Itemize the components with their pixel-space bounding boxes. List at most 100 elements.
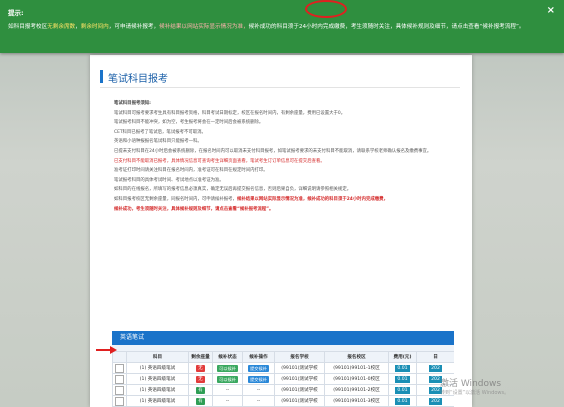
column-header: 费用(元) (388, 351, 417, 363)
seats-cell: 无 (188, 373, 213, 385)
row-checkbox[interactable] (115, 374, 124, 384)
seats-cell: 有 (188, 384, 213, 396)
notice-red-text: 候补结果以网站实际显示情况为准，候补成功的科目须于24小时内完成缴费， (236, 196, 388, 202)
checkbox-cell (112, 362, 127, 374)
banner-title: 提示: (8, 9, 24, 17)
fee-value: 0.01 (395, 364, 410, 372)
table-row[interactable]: (1) 英语四级笔试 无 可以候补 提交候补 (99101)测试学校 (99101)991… (112, 373, 454, 385)
page-title: 笔试科目报考 (108, 74, 168, 85)
subject-cell: (1) 英语四级笔试 (139, 377, 176, 382)
fee-cell: 0.01 (388, 384, 417, 396)
column-header: 候补状态 (212, 351, 243, 363)
seats-badge: 无 (196, 364, 205, 372)
subject-cell: (1) 英语四级笔试 (139, 366, 176, 371)
waitlist-status-label: 可以候补 (217, 364, 238, 372)
column-header: 剩余座量 (188, 351, 213, 363)
school-cell: (99101)测试学校 (274, 384, 325, 396)
waitlist-action: -- (242, 384, 275, 396)
row-checkbox[interactable] (115, 385, 124, 395)
campus-cell: (99101)99101-2校区 (333, 388, 380, 393)
notice-line: 笔试科目报考须知: (114, 101, 151, 106)
banner-text-6: 候补成功的科目须于24小时内完成缴费，考生须随时关注，具体候补规则及细节，请点击… (248, 24, 525, 30)
waitlist-status: -- (212, 395, 243, 407)
notice-text: 如科目报考校区无剩余座量，同报名时间内，可申请候补报考， (114, 196, 237, 202)
school-cell: (99101)测试学校 (274, 395, 325, 407)
banner-text-5: 候补结果以网站实际显示情况为准， (159, 24, 249, 30)
windows-watermark-subtitle: 转到“设置”以激活 Windows。 (440, 390, 510, 396)
campus-cell: (99101)99101-2校区 (324, 384, 389, 396)
banner-message: 如科目报考校区无剩余席数，剩余时间内，可申请候补报考，候补结果以网站实际显示情况… (8, 22, 548, 32)
notice-line: 笔试报考科目不能冲突，如为空，考生报考将会在一定时间后会被系统删除。 (114, 120, 264, 126)
fee-value: 0.01 (395, 375, 410, 383)
fee-cell: 0.01 (388, 373, 417, 385)
seats-cell: 有 (188, 395, 213, 407)
banner-text-3: 剩余时间内 (80, 24, 109, 30)
fee-value: 0.01 (395, 386, 410, 394)
notice-line: CET科目已报考了笔试后，笔试报考不可取消。 (114, 129, 206, 135)
banner-text-4: ，可申请候补报考， (108, 24, 160, 30)
notice-line: 候补成功，考生须随时关注，具体候补规则及细节，请点击查看“候补报考流程”。 (114, 205, 452, 215)
school-cell: (99101)测试学校 (281, 366, 318, 371)
column-header: 科目 (126, 351, 189, 363)
subject-cell: (1) 英语四级笔试 (139, 399, 176, 404)
school-cell: (99101)测试学校 (281, 388, 318, 393)
fee-cell: 0.01 (388, 362, 417, 374)
waitlist-action: 提交候补 (242, 373, 275, 385)
table-row[interactable]: (1) 英语四级笔试 有 -- -- (99101)测试学校 (99101)99101-3… (112, 395, 454, 407)
subject-cell: (1) 英语四级笔试 (126, 373, 189, 385)
notice-section: 笔试科目报考须知: 笔试科目可报考要求考生具有科目报考资格，科目考试日期标定，校… (114, 99, 452, 214)
annotation-circle (305, 0, 347, 18)
submit-waitlist-button: -- (256, 387, 261, 393)
campus-cell: (99101)99101-1校区 (333, 366, 380, 371)
waitlist-action: 提交候补 (242, 362, 275, 374)
checkbox-cell (112, 384, 127, 396)
row-checkbox[interactable] (115, 396, 124, 406)
annotation-arrow-icon (96, 346, 117, 354)
subject-cell: (1) 英语四级笔试 (139, 388, 176, 393)
checkbox-cell (112, 395, 127, 407)
row-checkbox[interactable] (115, 363, 124, 373)
seats-cell: 无 (188, 362, 213, 374)
table-row[interactable]: (1) 英语四级笔试 无 可以候补 提交候补 (99101)测试学校 (99101)991… (112, 362, 454, 374)
notice-line: 已支付科目不能取消已报考，具体情况信息可查询考生详细页面查看，笔试考生订订单信息… (114, 158, 325, 164)
waitlist-status: 可以候补 (212, 362, 243, 374)
banner-text-1: 无剩余席数 (47, 24, 76, 30)
windows-watermark-title: 激活 Windows (440, 379, 502, 389)
waitlist-action: -- (242, 395, 275, 407)
close-icon[interactable]: × (547, 5, 555, 16)
waitlist-status: -- (212, 384, 243, 396)
column-header: 候补操作 (242, 351, 275, 363)
school-cell: (99101)测试学校 (281, 399, 318, 404)
checkbox-cell (112, 373, 127, 385)
seats-badge: 无 (196, 375, 205, 383)
submit-waitlist-button[interactable]: 提交候补 (248, 364, 269, 372)
waitlist-status-label: -- (225, 387, 230, 393)
school-cell: (99101)测试学校 (281, 377, 318, 382)
table-row[interactable]: (1) 英语四级笔试 有 -- -- (99101)测试学校 (99101)99101-2… (112, 384, 454, 396)
notification-banner: 提示: 如科目报考校区无剩余席数，剩余时间内，可申请候补报考，候补结果以网站实际… (0, 0, 564, 53)
notice-line: 如科目的在线报名，所填写的报考信息必须真实，确定无误后再提交报名信息，否则后果自… (114, 187, 352, 193)
notice-line: 如科目报考校区无剩余座量，同报名时间内，可申请候补报考，候补结果以网站实际显示情… (114, 195, 452, 205)
waitlist-status-label: -- (225, 398, 230, 404)
notice-line: 笔试科目可报考要求考生具有科目报考资格，科目考试日期标定，校区在报名时间内，有剩… (114, 110, 346, 116)
notice-line: 已提未支付科目在24小时后会被系统删除，在报名时间内可以取消未支付科目报考，如笔… (114, 148, 432, 154)
campus-cell: (99101)99101-3校区 (324, 395, 389, 407)
subject-cell: (1) 英语四级笔试 (126, 395, 189, 407)
school-cell: (99101)测试学校 (274, 373, 325, 385)
fee-cell: 0.01 (388, 395, 417, 407)
table-header-row: 科目 剩余座量 候补状态 候补操作 报名学校 报名校区 费用(元) 日 (112, 351, 454, 363)
tab-english-exam[interactable]: 英语笔试 (112, 331, 454, 345)
campus-cell: (99101)99101-1校区 (324, 362, 389, 374)
submit-waitlist-button: -- (256, 398, 261, 404)
column-header: 日 (416, 351, 454, 363)
seats-badge: 有 (196, 386, 205, 394)
seats-badge: 有 (196, 397, 205, 405)
fee-value: 0.01 (395, 397, 410, 405)
exam-table-panel: 英语笔试 科目 剩余座量 候补状态 候补操作 报名学校 报名校区 费用(元) 日 (112, 331, 454, 407)
campus-cell: (99101)99101-0校区 (324, 373, 389, 385)
date-cell: 202 (416, 362, 454, 374)
waitlist-status-label: 可以候补 (217, 375, 238, 383)
date-value: 202 (429, 397, 442, 405)
subject-cell: (1) 英语四级笔试 (126, 384, 189, 396)
submit-waitlist-button[interactable]: 提交候补 (248, 375, 269, 383)
